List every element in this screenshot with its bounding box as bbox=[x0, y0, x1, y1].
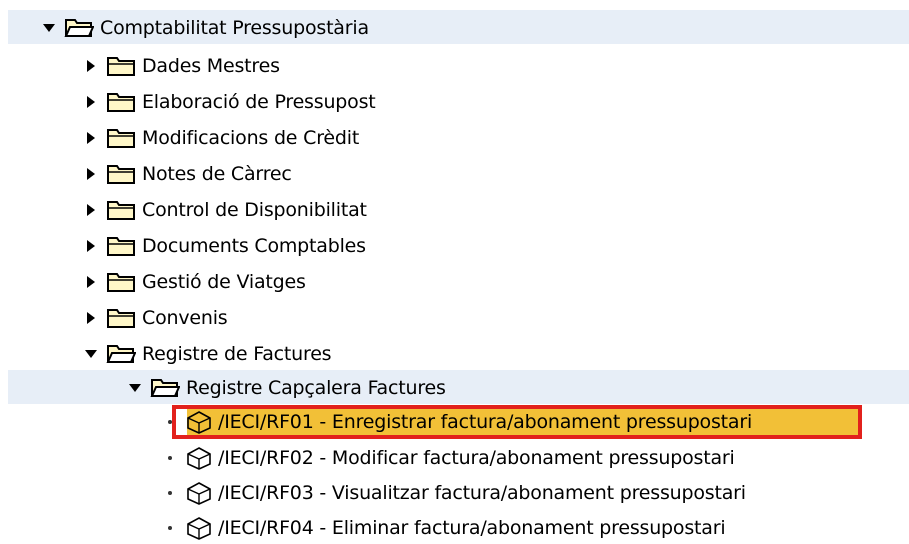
expand-arrow-right-icon[interactable] bbox=[80, 56, 102, 76]
tree-node-label: Convenis bbox=[142, 307, 228, 329]
expand-arrow-right-icon[interactable] bbox=[80, 272, 102, 292]
tree-node-folder[interactable]: Convenis bbox=[80, 300, 228, 336]
tree-node-registre-capcalera[interactable]: Registre Capçalera Factures bbox=[124, 370, 446, 406]
tree-node-folder[interactable]: Dades Mestres bbox=[80, 48, 280, 84]
transaction-cube-icon bbox=[186, 446, 212, 470]
tree-node-label: /IECI/RF04 - Eliminar factura/abonament … bbox=[218, 517, 726, 539]
tree-node-transaction-rf03[interactable]: /IECI/RF03 - Visualitzar factura/aboname… bbox=[160, 475, 746, 511]
folder-icon bbox=[106, 127, 136, 149]
tree-node-folder[interactable]: Modificacions de Crèdit bbox=[80, 120, 359, 156]
tree-node-label: Comptabilitat Pressupostària bbox=[100, 17, 369, 39]
folder-icon bbox=[106, 199, 136, 221]
expand-arrow-down-icon[interactable] bbox=[38, 18, 60, 38]
tree-node-transaction-rf01[interactable]: /IECI/RF01 - Enregistrar factura/aboname… bbox=[160, 404, 752, 440]
folder-icon bbox=[106, 163, 136, 185]
tree-node-folder[interactable]: Notes de Càrrec bbox=[80, 156, 292, 192]
sap-menu-tree: Comptabilitat Pressupostària Dades Mestr… bbox=[0, 0, 909, 544]
bullet-icon bbox=[160, 412, 180, 432]
tree-node-label: /IECI/RF03 - Visualitzar factura/aboname… bbox=[218, 482, 746, 504]
expand-arrow-right-icon[interactable] bbox=[80, 308, 102, 328]
tree-node-folder[interactable]: Documents Comptables bbox=[80, 228, 366, 264]
tree-node-label: Gestió de Viatges bbox=[142, 271, 306, 293]
tree-node-registre-factures[interactable]: Registre de Factures bbox=[80, 336, 332, 372]
transaction-cube-icon bbox=[186, 481, 212, 505]
tree-node-transaction-rf02[interactable]: /IECI/RF02 - Modificar factura/abonament… bbox=[160, 440, 735, 476]
folder-open-icon bbox=[150, 377, 180, 399]
folder-icon bbox=[106, 55, 136, 77]
expand-arrow-right-icon[interactable] bbox=[80, 92, 102, 112]
folder-icon bbox=[106, 307, 136, 329]
tree-node-label: /IECI/RF01 - Enregistrar factura/aboname… bbox=[218, 411, 753, 433]
tree-node-label: /IECI/RF02 - Modificar factura/abonament… bbox=[218, 447, 735, 469]
expand-arrow-right-icon[interactable] bbox=[80, 236, 102, 256]
tree-node-label: Notes de Càrrec bbox=[142, 163, 292, 185]
tree-node-label: Modificacions de Crèdit bbox=[142, 127, 360, 149]
transaction-cube-icon bbox=[186, 516, 212, 540]
folder-open-icon bbox=[106, 343, 136, 365]
bullet-icon bbox=[160, 448, 180, 468]
bullet-icon bbox=[160, 483, 180, 503]
folder-open-icon bbox=[64, 17, 94, 39]
folder-icon bbox=[106, 91, 136, 113]
tree-node-label: Elaboració de Pressupost bbox=[142, 91, 376, 113]
tree-node-label: Registre Capçalera Factures bbox=[186, 377, 446, 399]
tree-node-label: Documents Comptables bbox=[142, 235, 366, 257]
expand-arrow-right-icon[interactable] bbox=[80, 128, 102, 148]
tree-node-transaction-rf04[interactable]: /IECI/RF04 - Eliminar factura/abonament … bbox=[160, 510, 726, 544]
tree-node-label: Dades Mestres bbox=[142, 55, 280, 77]
folder-icon bbox=[106, 235, 136, 257]
tree-node-root[interactable]: Comptabilitat Pressupostària bbox=[38, 10, 369, 46]
transaction-cube-icon bbox=[186, 410, 212, 434]
expand-arrow-down-icon[interactable] bbox=[124, 378, 146, 398]
tree-node-folder[interactable]: Elaboració de Pressupost bbox=[80, 84, 376, 120]
folder-icon bbox=[106, 271, 136, 293]
tree-node-folder[interactable]: Control de Disponibilitat bbox=[80, 192, 367, 228]
bullet-icon bbox=[160, 518, 180, 538]
expand-arrow-down-icon[interactable] bbox=[80, 344, 102, 364]
expand-arrow-right-icon[interactable] bbox=[80, 200, 102, 220]
tree-node-label: Control de Disponibilitat bbox=[142, 199, 367, 221]
tree-node-folder[interactable]: Gestió de Viatges bbox=[80, 264, 306, 300]
tree-node-label: Registre de Factures bbox=[142, 343, 332, 365]
expand-arrow-right-icon[interactable] bbox=[80, 164, 102, 184]
